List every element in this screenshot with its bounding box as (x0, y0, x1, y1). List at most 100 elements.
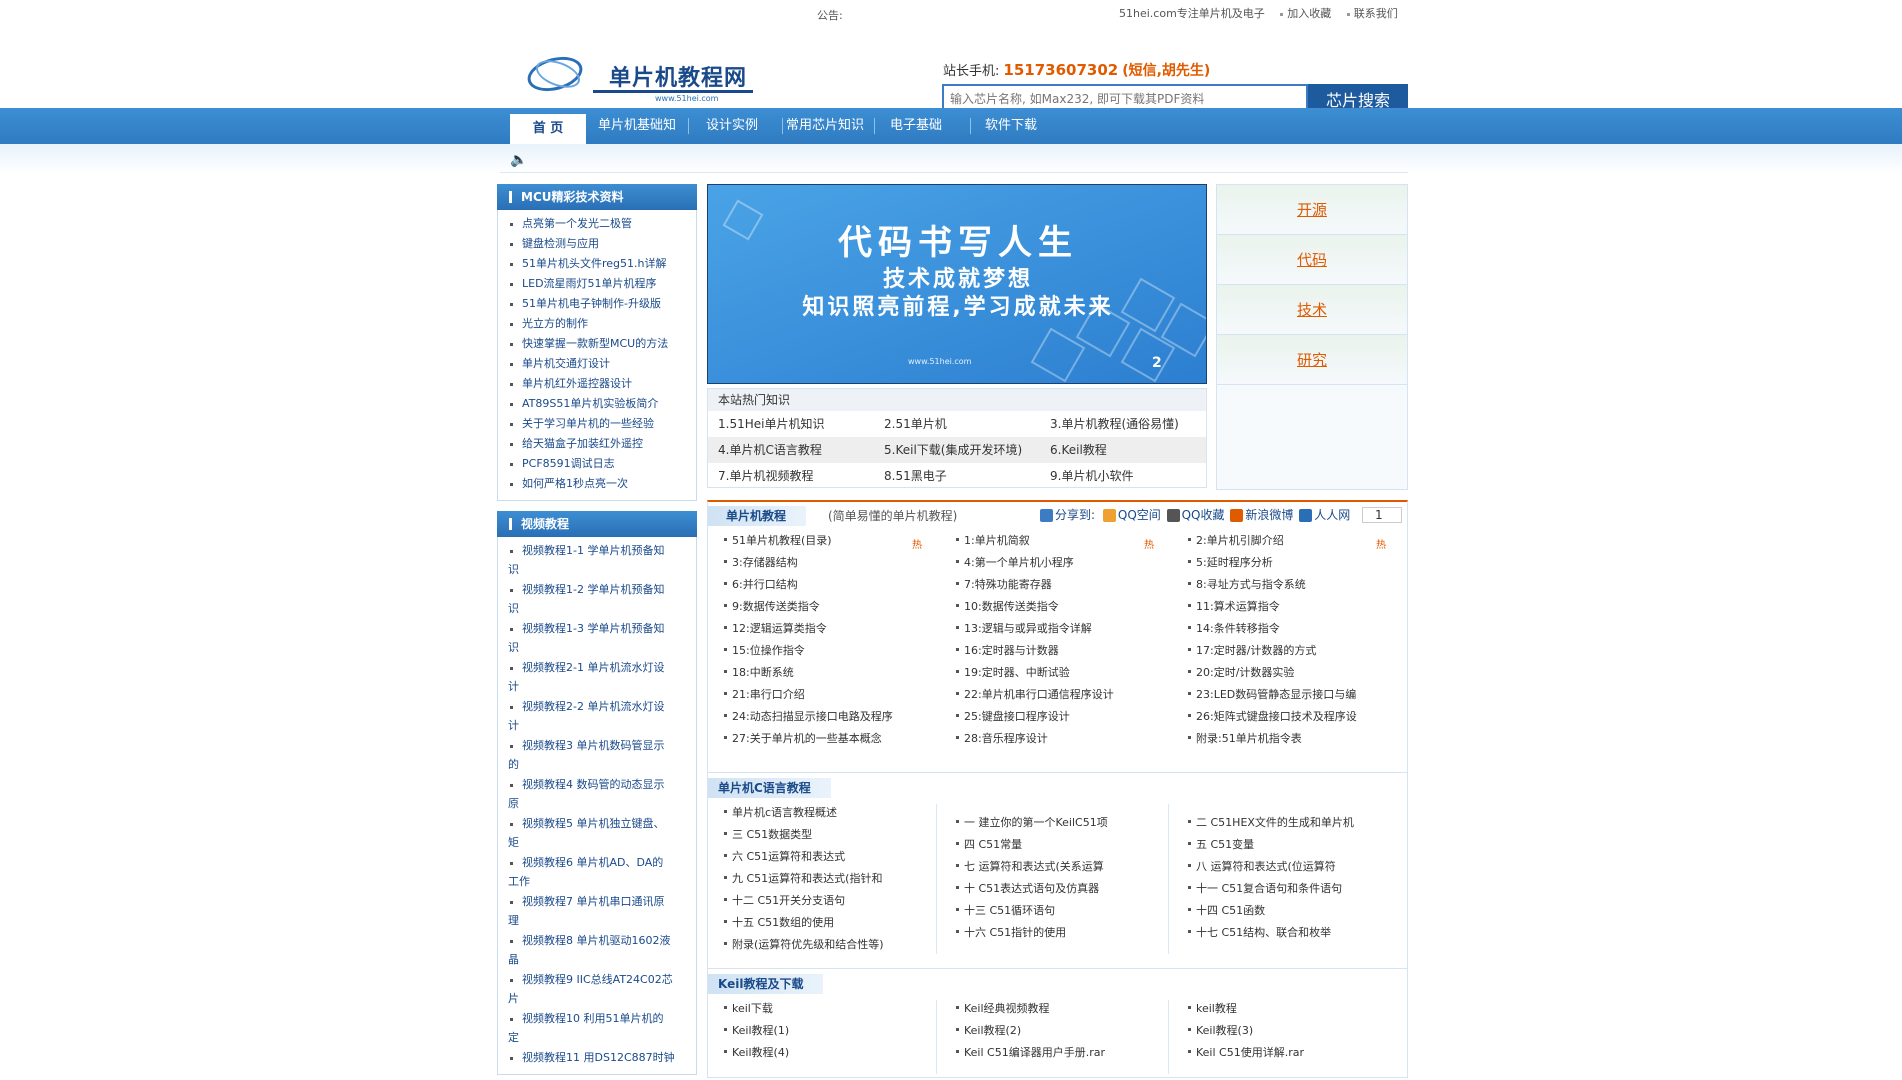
mcu-article-link[interactable]: 单片机交通灯设计 (508, 354, 688, 374)
tutorial-link[interactable]: 22:单片机串行口通信程序设计 (954, 686, 1114, 702)
slide-number[interactable]: 2 (1152, 355, 1162, 371)
tutorial-link[interactable]: 24:动态扫描显示接口电路及程序 (722, 708, 893, 724)
video-tutorial-link[interactable]: 视频教程6 单片机AD、DA的 工作 (508, 853, 688, 891)
video-tutorial-link[interactable]: 视频教程1-2 学单片机预备知识 (508, 580, 688, 618)
hot-link[interactable]: 3.单片机教程(通俗易懂) (1050, 411, 1179, 437)
hot-link[interactable]: 6.Keil教程 (1050, 437, 1107, 463)
nav-home[interactable]: 首 页 (510, 114, 586, 144)
nav-electronics-basics[interactable]: 电子基础 (890, 108, 942, 144)
tutorial-link[interactable]: 2:单片机引脚介绍 (1186, 532, 1284, 548)
hot-link[interactable]: 1.51Hei单片机知识 (718, 411, 824, 437)
tag-code[interactable]: 代码 (1217, 235, 1407, 285)
tutorial-link[interactable]: 15:位操作指令 (722, 642, 805, 658)
tutorial-link[interactable]: 二 C51HEX文件的生成和单片机 (1186, 814, 1354, 830)
tutorial-link[interactable]: 26:矩阵式键盘接口技术及程序设 (1186, 708, 1357, 724)
hot-link[interactable]: 2.51单片机 (884, 411, 947, 437)
hot-link[interactable]: 4.单片机C语言教程 (718, 437, 822, 463)
tutorial-link[interactable]: 27:关于单片机的一些基本概念 (722, 730, 882, 746)
tutorial-link[interactable]: 18:中断系统 (722, 664, 794, 680)
tutorial-link[interactable]: Keil教程(3) (1186, 1022, 1253, 1038)
nav-common-chips[interactable]: 常用芯片知识 (786, 108, 864, 144)
tutorial-link[interactable]: Keil教程(2) (954, 1022, 1021, 1038)
tutorial-link[interactable]: 十三 C51循环语句 (954, 902, 1055, 918)
mcu-article-link[interactable]: 给天猫盒子加装红外遥控 (508, 434, 688, 454)
tutorial-link[interactable]: Keil C51使用详解.rar (1186, 1044, 1304, 1060)
tutorial-link[interactable]: 十二 C51开关分支语句 (722, 892, 845, 908)
tutorial-link[interactable]: 十五 C51数组的使用 (722, 914, 834, 930)
tutorial-link[interactable]: 十一 C51复合语句和条件语句 (1186, 880, 1342, 896)
tutorial-link[interactable]: 14:条件转移指令 (1186, 620, 1280, 636)
nav-software-download[interactable]: 软件下载 (985, 108, 1037, 144)
tutorial-link[interactable]: 七 运算符和表达式(关系运算 (954, 858, 1104, 874)
tutorial-link[interactable]: Keil教程(1) (722, 1022, 789, 1038)
video-tutorial-link[interactable]: 视频教程2-2 单片机流水灯设计 (508, 697, 688, 735)
tutorial-link[interactable]: 六 C51运算符和表达式 (722, 848, 845, 864)
mcu-article-link[interactable]: AT89S51单片机实验板简介 (508, 394, 688, 414)
tutorial-link[interactable]: 八 运算符和表达式(位运算符 (1186, 858, 1336, 874)
video-tutorial-link[interactable]: 视频教程2-1 单片机流水灯设计 (508, 658, 688, 696)
video-tutorial-link[interactable]: 视频教程11 用DS12C887时钟 (508, 1048, 688, 1067)
tutorial-link[interactable]: 5:延时程序分析 (1186, 554, 1273, 570)
video-tutorial-link[interactable]: 视频教程10 利用51单片机的定 (508, 1009, 688, 1047)
tutorial-link[interactable]: 附录:51单片机指令表 (1186, 730, 1302, 746)
tutorial-link[interactable]: 9:数据传送类指令 (722, 598, 820, 614)
video-tutorial-link[interactable]: 视频教程9 IIC总线AT24C02芯片 (508, 970, 688, 1008)
tag-research[interactable]: 研究 (1217, 335, 1407, 385)
tutorial-link[interactable]: 16:定时器与计数器 (954, 642, 1059, 658)
share-weibo[interactable]: 新浪微博 (1245, 508, 1293, 522)
banner-slide[interactable]: 代码书写人生 技术成就梦想 知识照亮前程,学习成就未来 www.51hei.co… (707, 184, 1207, 384)
speaker-icon[interactable]: 🔈 (510, 152, 527, 168)
hot-link[interactable]: 7.单片机视频教程 (718, 463, 813, 489)
contact-us-link[interactable]: 联系我们 (1346, 7, 1398, 20)
tutorial-link[interactable]: 13:逻辑与或异或指令详解 (954, 620, 1092, 636)
mcu-article-link[interactable]: 51单片机电子钟制作-升级版 (508, 294, 688, 314)
tutorial-link[interactable]: 4:第一个单片机小程序 (954, 554, 1074, 570)
tag-technology[interactable]: 技术 (1217, 285, 1407, 335)
tutorial-link[interactable]: 九 C51运算符和表达式(指针和 (722, 870, 882, 886)
tutorial-link[interactable]: 8:寻址方式与指令系统 (1186, 576, 1306, 592)
tutorial-link[interactable]: 51单片机教程(目录) (722, 532, 832, 548)
tutorial-link[interactable]: 五 C51变量 (1186, 836, 1254, 852)
tutorial-link[interactable]: 12:逻辑运算类指令 (722, 620, 827, 636)
tutorial-link[interactable]: 17:定时器/计数器的方式 (1186, 642, 1316, 658)
section-tab[interactable]: Keil教程及下载 (708, 974, 824, 994)
tutorial-link[interactable]: 7:特殊功能寄存器 (954, 576, 1052, 592)
mcu-article-link[interactable]: 快速掌握一款新型MCU的方法 (508, 334, 688, 354)
hot-link[interactable]: 9.单片机小软件 (1050, 463, 1133, 489)
share-qzone[interactable]: QQ空间 (1118, 508, 1161, 522)
tutorial-link[interactable]: 四 C51常量 (954, 836, 1022, 852)
tutorial-link[interactable]: 附录(运算符优先级和结合性等) (722, 936, 884, 952)
tutorial-link[interactable]: 十 C51表达式语句及仿真器 (954, 880, 1099, 896)
mcu-article-link[interactable]: 键盘检测与应用 (508, 234, 688, 254)
mcu-article-link[interactable]: 如何严格1秒点亮一次 (508, 474, 688, 494)
tag-open-source[interactable]: 开源 (1217, 185, 1407, 235)
mcu-article-link[interactable]: 关于学习单片机的一些经验 (508, 414, 688, 434)
tutorial-link[interactable]: 28:音乐程序设计 (954, 730, 1048, 746)
nav-design-examples[interactable]: 设计实例 (706, 108, 758, 144)
tutorial-link[interactable]: 十四 C51函数 (1186, 902, 1265, 918)
tutorial-link[interactable]: 23:LED数码管静态显示接口与编 (1186, 686, 1356, 702)
tutorial-link[interactable]: 1:单片机简叙 (954, 532, 1030, 548)
hot-link[interactable]: 5.Keil下载(集成开发环境) (884, 437, 1022, 463)
hot-link[interactable]: 8.51黑电子 (884, 463, 947, 489)
mcu-article-link[interactable]: LED流星雨灯51单片机程序 (508, 274, 688, 294)
mcu-article-link[interactable]: 51单片机头文件reg51.h详解 (508, 254, 688, 274)
nav-mcu-basics[interactable]: 单片机基础知 (598, 108, 676, 144)
video-tutorial-link[interactable]: 视频教程5 单片机独立键盘、矩 (508, 814, 688, 852)
tutorial-link[interactable]: Keil C51编译器用户手册.rar (954, 1044, 1105, 1060)
tutorial-link[interactable]: 19:定时器、中断试验 (954, 664, 1070, 680)
tutorial-link[interactable]: 6:并行口结构 (722, 576, 798, 592)
tutorial-link[interactable]: keil下载 (722, 1000, 773, 1016)
tutorial-link[interactable]: keil教程 (1186, 1000, 1237, 1016)
tutorial-link[interactable]: 三 C51数据类型 (722, 826, 812, 842)
video-tutorial-link[interactable]: 视频教程8 单片机驱动1602液晶 (508, 931, 688, 969)
add-favorite-link[interactable]: 加入收藏 (1280, 7, 1331, 20)
tutorial-link[interactable]: 20:定时/计数器实验 (1186, 664, 1294, 680)
tutorial-link[interactable]: 25:键盘接口程序设计 (954, 708, 1070, 724)
video-tutorial-link[interactable]: 视频教程7 单片机串口通讯原理 (508, 892, 688, 930)
tutorial-link[interactable]: 一 建立你的第一个KeilC51项 (954, 814, 1108, 830)
tutorial-link[interactable]: 3:存储器结构 (722, 554, 798, 570)
mcu-article-link[interactable]: 单片机红外遥控器设计 (508, 374, 688, 394)
video-tutorial-link[interactable]: 视频教程1-1 学单片机预备知识 (508, 541, 688, 579)
video-tutorial-link[interactable]: 视频教程4 数码管的动态显示原 (508, 775, 688, 813)
